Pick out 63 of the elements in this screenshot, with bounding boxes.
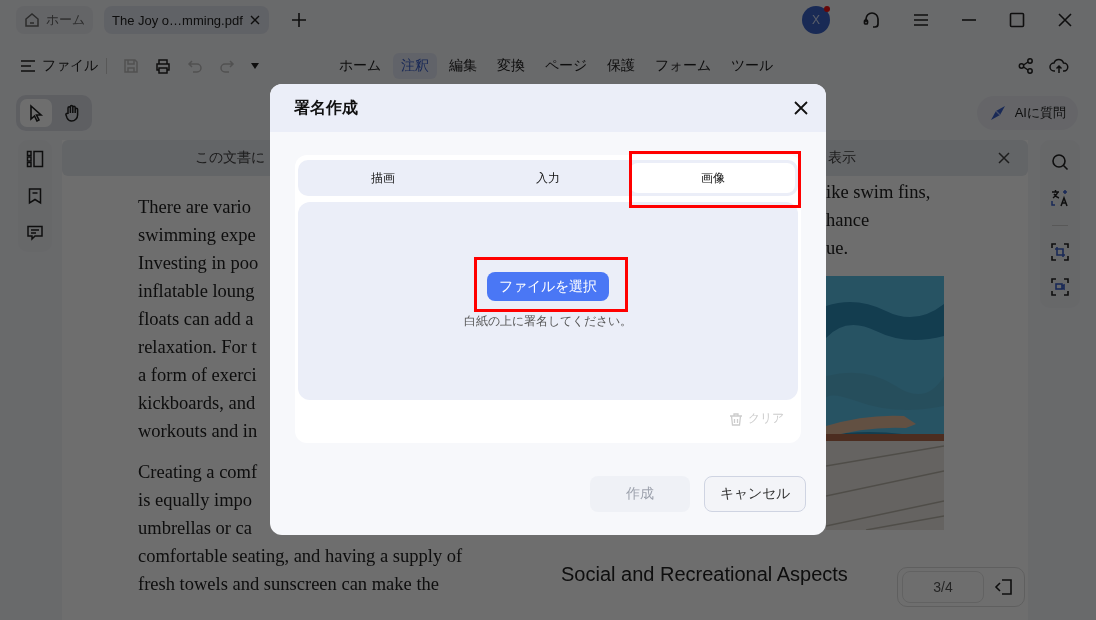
menu-icon[interactable]: [912, 11, 930, 29]
menu-tab[interactable]: 注釈: [393, 53, 437, 79]
house-icon: [24, 12, 40, 28]
section-heading: Social and Recreational Aspects: [561, 563, 848, 586]
dropdown-icon[interactable]: [250, 62, 260, 70]
choose-file-button[interactable]: ファイルを選択: [487, 272, 609, 301]
menu-tab[interactable]: 編集: [441, 53, 485, 79]
cancel-button[interactable]: キャンセル: [704, 476, 806, 512]
headset-icon[interactable]: [862, 10, 882, 30]
cursor-icon: [27, 104, 45, 122]
body-text-line: ue.: [826, 237, 849, 260]
menu-tab[interactable]: ホーム: [331, 53, 389, 79]
dialog-tab[interactable]: 入力: [465, 163, 631, 193]
thumbnails-icon[interactable]: [26, 149, 44, 168]
body-text-line: hance: [826, 209, 870, 232]
body-text-line: is equally impo: [138, 489, 253, 512]
page-number-field[interactable]: 3/4: [902, 571, 984, 603]
translate-icon[interactable]: [1050, 187, 1070, 208]
file-menu[interactable]: ファイル: [20, 57, 98, 75]
body-text-line: fresh towels and sunscreen can make the: [138, 573, 440, 596]
new-tab-icon[interactable]: [290, 12, 307, 28]
share-icon[interactable]: [1017, 57, 1035, 75]
hand-icon: [63, 104, 81, 122]
body-text-line: There are vario: [138, 196, 251, 219]
exit-icon[interactable]: [994, 577, 1014, 597]
menu-tab[interactable]: 保護: [599, 53, 643, 79]
body-text-line: a form of exerci: [138, 364, 257, 387]
body-text-line: floats can add a: [138, 308, 254, 331]
body-text-line: workouts and in: [138, 420, 258, 443]
menu-tab[interactable]: ページ: [537, 53, 595, 79]
ai-button[interactable]: AIに質問: [976, 96, 1078, 130]
maximize-icon[interactable]: [1008, 11, 1026, 29]
comment-icon[interactable]: [26, 224, 44, 243]
body-text-line: relaxation. For t: [138, 336, 257, 359]
body-text-line: umbrellas or ca: [138, 517, 253, 540]
body-text-line: swimming expe: [138, 224, 256, 247]
close-icon[interactable]: [794, 101, 808, 115]
body-text-line: Creating a comf: [138, 461, 258, 484]
trash-icon: [729, 411, 743, 426]
screen-record-icon[interactable]: [1051, 277, 1069, 296]
select-tool[interactable]: [20, 99, 52, 127]
dialog-tab[interactable]: 画像: [630, 163, 795, 193]
menu-tab[interactable]: 変換: [489, 53, 533, 79]
hint-text: 白紙の上に署名してください。: [464, 313, 632, 330]
document-tab[interactable]: The Joy o…mming.pdf: [104, 6, 269, 34]
body-text-line: ike swim fins,: [826, 181, 931, 204]
body-text-line: Investing in poo: [138, 252, 259, 275]
sparkle-icon: [988, 104, 1007, 122]
search-icon[interactable]: [1051, 152, 1069, 171]
menu-tab[interactable]: ツール: [723, 53, 781, 79]
dialog-title: 署名作成: [294, 97, 358, 118]
menu-icon: [20, 59, 36, 73]
notice-link[interactable]: 表示: [828, 149, 856, 167]
menu-tab[interactable]: フォーム: [647, 53, 719, 79]
dialog-tab[interactable]: 描画: [301, 163, 466, 193]
body-text-line: inflatable loung: [138, 280, 255, 303]
cloud-upload-icon[interactable]: [1049, 57, 1069, 75]
crop-icon[interactable]: [1051, 242, 1069, 261]
bookmark-icon[interactable]: [26, 187, 44, 205]
body-text-line: kickboards, and: [138, 392, 256, 415]
body-text-line: comfortable seating, and having a supply of: [138, 545, 463, 568]
print-icon[interactable]: [154, 57, 172, 75]
notice-text: この文書に: [195, 149, 265, 167]
